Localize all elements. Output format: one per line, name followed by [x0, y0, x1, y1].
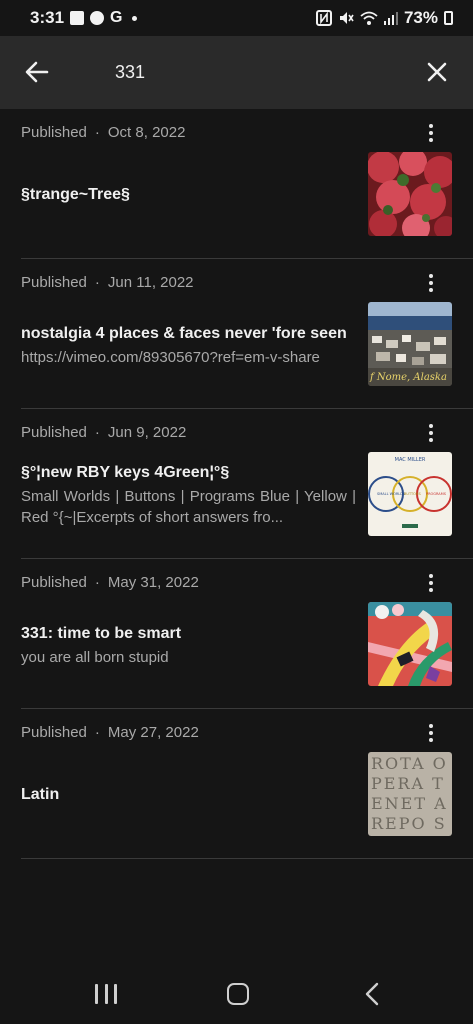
mute-icon: [339, 12, 354, 24]
nfc-icon: [315, 10, 332, 26]
signal-icon: [383, 12, 398, 25]
search-results-list: Published · Oct 8, 2022 §trange~Tree§ Pu…: [0, 109, 473, 859]
publish-date: Jun 11, 2022: [107, 274, 194, 291]
status-bar: 3:31 G 73%: [0, 0, 473, 36]
thumbnail-image: [368, 602, 452, 686]
google-icon: G: [110, 9, 123, 26]
image-icon: [70, 11, 85, 25]
publish-status: Published: [21, 274, 87, 291]
status-bar-left: 3:31 G: [30, 8, 138, 28]
system-nav-bar: [0, 964, 473, 1024]
meta-separator: ·: [94, 124, 100, 141]
messenger-icon: [90, 11, 105, 25]
publish-status: Published: [21, 424, 87, 441]
publish-date: Jun 9, 2022: [107, 424, 187, 441]
item-title: Latin: [21, 786, 60, 803]
item-title: §°¦new RBY keys 4Green¦°§: [21, 464, 230, 481]
thumbnail-image: ROTA OPERA TENET AREPO SATOR: [368, 752, 452, 836]
list-item[interactable]: Published · May 27, 2022 Latin ROTA OPER…: [0, 709, 473, 859]
list-item[interactable]: Published · Oct 8, 2022 §trange~Tree§: [0, 109, 473, 259]
more-options-icon[interactable]: [420, 571, 442, 595]
publish-status: Published: [21, 124, 87, 141]
thumbnail-caption: f Nome, Alaska: [369, 372, 447, 383]
thumbnail-circle-label: SMALL WORLDS: [377, 492, 406, 496]
status-time: 3:31: [30, 8, 65, 27]
item-description: https://vimeo.com/89305670?ref=em-v-shar…: [21, 349, 320, 366]
list-item[interactable]: Published · May 31, 2022 331: time to be…: [0, 559, 473, 709]
more-options-icon[interactable]: [420, 271, 442, 295]
list-item[interactable]: Published · Jun 9, 2022 §°¦new RBY keys …: [0, 409, 473, 559]
nav-back-icon[interactable]: [362, 982, 382, 1006]
item-description: you are all born stupid: [21, 649, 169, 666]
home-icon[interactable]: [227, 983, 249, 1005]
item-meta: Published · May 27, 2022: [21, 724, 199, 741]
publish-status: Published: [21, 724, 87, 741]
thumbnail-image: f Nome, Alaska: [368, 302, 452, 386]
item-meta: Published · Oct 8, 2022: [21, 124, 185, 141]
list-item[interactable]: Published · Jun 11, 2022 nostalgia 4 pla…: [0, 259, 473, 409]
status-bar-right: 73%: [315, 8, 453, 28]
thumbnail-circle-label: BUTTONS: [404, 492, 422, 496]
meta-separator: ·: [94, 724, 100, 741]
meta-separator: ·: [94, 574, 100, 591]
item-meta: Published · May 31, 2022: [21, 574, 199, 591]
item-meta: Published · Jun 11, 2022: [21, 274, 194, 291]
item-meta: Published · Jun 9, 2022: [21, 424, 186, 441]
item-title: nostalgia 4 places & faces never 'fore s…: [21, 325, 347, 342]
more-options-icon[interactable]: [420, 421, 442, 445]
item-description: Small Worlds | Buttons | Programs Blue |…: [21, 488, 356, 526]
battery-icon: [444, 11, 453, 25]
thumbnail-circle-label: PROGRAMS: [426, 492, 447, 496]
close-icon[interactable]: [423, 58, 451, 86]
arrow-left-icon[interactable]: [23, 58, 51, 86]
battery-percent: 73%: [403, 8, 438, 27]
publish-date: Oct 8, 2022: [107, 124, 186, 141]
wifi-icon: [360, 11, 378, 25]
publish-status: Published: [21, 574, 87, 591]
more-options-icon[interactable]: [420, 721, 442, 745]
thumbnail-image: [368, 152, 452, 236]
publish-date: May 27, 2022: [107, 724, 199, 741]
meta-separator: ·: [94, 424, 100, 441]
notification-dot-icon: [132, 15, 138, 21]
publish-date: May 31, 2022: [107, 574, 199, 591]
thumbnail-heading: MAC MILLER: [395, 457, 426, 463]
item-title: 331: time to be smart: [21, 625, 182, 642]
thumbnail-inscription: ROTA OPERA TENET AREPO SATOR: [371, 754, 448, 836]
item-title: §trange~Tree§: [21, 186, 130, 203]
divider: [21, 858, 473, 859]
recent-apps-icon[interactable]: [95, 984, 117, 1004]
search-input[interactable]: 331: [115, 62, 145, 83]
more-options-icon[interactable]: [420, 121, 442, 145]
thumbnail-image: MAC MILLER SMALL WORLDS BUTTONS PROGRAMS: [368, 452, 452, 536]
meta-separator: ·: [94, 274, 100, 291]
search-header: 331: [0, 36, 473, 109]
